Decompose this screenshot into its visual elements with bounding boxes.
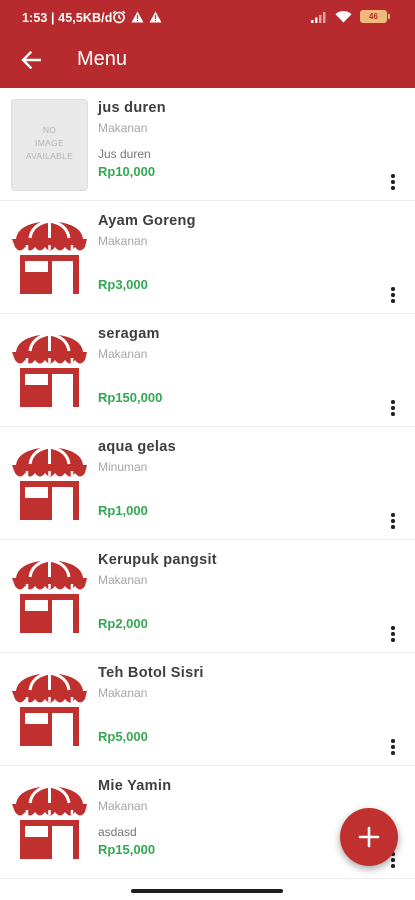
list-item[interactable]: seragam Makanan Rp150,000 bbox=[0, 314, 415, 427]
item-price: Rp2,000 bbox=[98, 616, 148, 631]
more-options-button[interactable] bbox=[386, 736, 400, 758]
alarm-icon bbox=[112, 10, 126, 24]
item-name: Mie Yamin bbox=[98, 778, 172, 794]
item-category: Makanan bbox=[98, 799, 148, 813]
more-options-button[interactable] bbox=[386, 397, 400, 419]
item-price: Rp150,000 bbox=[98, 390, 163, 405]
item-name: jus duren bbox=[98, 100, 166, 116]
system-nav-bar bbox=[0, 884, 415, 900]
list-item[interactable]: Ayam Goreng Makanan Rp3,000 bbox=[0, 201, 415, 314]
placeholder-text: AVAILABLE bbox=[25, 151, 74, 161]
item-price: Rp3,000 bbox=[98, 277, 148, 292]
status-bar: 1:53 | 45,5KB/d 46 bbox=[0, 0, 415, 36]
list-item[interactable]: NO IMAGE AVAILABLE jus duren Makanan Jus… bbox=[0, 88, 415, 201]
more-options-button[interactable] bbox=[386, 623, 400, 645]
add-item-button[interactable] bbox=[340, 808, 398, 866]
item-name: seragam bbox=[98, 326, 160, 342]
item-name: aqua gelas bbox=[98, 439, 176, 455]
warning-icon bbox=[149, 11, 162, 23]
arrow-left-icon bbox=[21, 51, 41, 69]
notification-icons bbox=[112, 10, 162, 24]
item-name: Ayam Goreng bbox=[98, 213, 196, 229]
item-description: asdasd bbox=[98, 825, 137, 839]
more-options-button[interactable] bbox=[386, 284, 400, 306]
battery-icon: 46 bbox=[360, 10, 390, 23]
back-button[interactable] bbox=[16, 45, 46, 75]
battery-level: 46 bbox=[369, 12, 378, 21]
item-category: Makanan bbox=[98, 573, 148, 587]
item-price: Rp5,000 bbox=[98, 729, 148, 744]
item-name: Kerupuk pangsit bbox=[98, 552, 217, 568]
warning-icon bbox=[131, 11, 144, 23]
app-bar: 1:53 | 45,5KB/d 46 Menu bbox=[0, 0, 415, 88]
item-description: Jus duren bbox=[98, 147, 151, 161]
item-category: Makanan bbox=[98, 686, 148, 700]
item-price: Rp15,000 bbox=[98, 842, 156, 857]
signal-icon bbox=[311, 11, 326, 23]
shop-icon bbox=[12, 784, 87, 859]
item-category: Makanan bbox=[98, 234, 148, 248]
placeholder-text: IMAGE bbox=[35, 138, 64, 148]
placeholder-text: NO bbox=[42, 125, 57, 135]
status-time: 1:53 | 45,5KB/d bbox=[22, 11, 113, 25]
list-item[interactable]: aqua gelas Minuman Rp1,000 bbox=[0, 427, 415, 540]
item-price: Rp10,000 bbox=[98, 164, 156, 179]
item-category: Makanan bbox=[98, 121, 148, 135]
shop-icon bbox=[12, 332, 87, 407]
shop-icon bbox=[12, 671, 87, 746]
list-item[interactable]: Kerupuk pangsit Makanan Rp2,000 bbox=[0, 540, 415, 653]
shop-icon bbox=[12, 219, 87, 294]
plus-icon bbox=[358, 826, 380, 848]
shop-icon bbox=[12, 558, 87, 633]
more-options-button[interactable] bbox=[386, 510, 400, 532]
item-name: Teh Botol Sisri bbox=[98, 665, 204, 681]
wifi-icon bbox=[335, 10, 352, 23]
list-item[interactable]: Teh Botol Sisri Makanan Rp5,000 bbox=[0, 653, 415, 766]
item-price: Rp1,000 bbox=[98, 503, 148, 518]
more-options-button[interactable] bbox=[386, 171, 400, 193]
item-category: Makanan bbox=[98, 347, 148, 361]
page-title: Menu bbox=[77, 48, 128, 70]
shop-icon bbox=[12, 445, 87, 520]
menu-list: NO IMAGE AVAILABLE jus duren Makanan Jus… bbox=[0, 88, 415, 879]
item-category: Minuman bbox=[98, 460, 148, 474]
system-icons: 46 bbox=[311, 10, 390, 23]
home-gesture-bar[interactable] bbox=[131, 889, 283, 893]
no-image-placeholder: NO IMAGE AVAILABLE bbox=[11, 99, 88, 191]
